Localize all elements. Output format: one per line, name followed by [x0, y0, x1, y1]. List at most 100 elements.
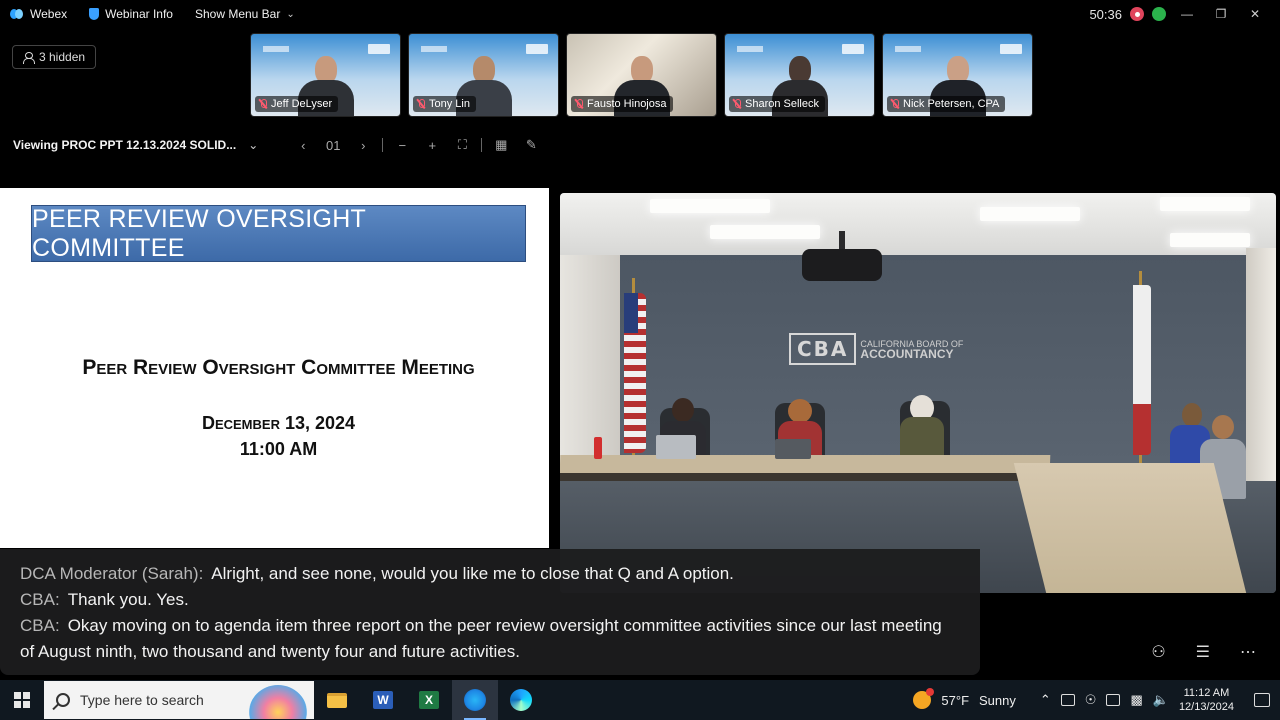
system-tray: 57°F Sunny ⌃ ☉ ▩ 🔈 11:12 AM 12/13/2024 — [913, 680, 1280, 720]
windows-logo-icon — [14, 692, 30, 708]
ceiling-light — [1160, 197, 1250, 211]
page-number: 01 — [326, 137, 341, 153]
webinar-info-label: Webinar Info — [105, 7, 173, 21]
background-banner — [737, 46, 763, 52]
recording-icon[interactable] — [1130, 7, 1144, 21]
cba-logo-line-2: ACCOUNTANCY — [860, 346, 954, 361]
taskbar-clock[interactable]: 11:12 AM 12/13/2024 — [1179, 686, 1234, 714]
weather-temperature[interactable]: 57°F — [941, 693, 969, 708]
close-window-icon[interactable]: ✕ — [1242, 7, 1268, 21]
grid-view-icon[interactable]: ▦ — [486, 137, 516, 153]
background-logo — [526, 44, 548, 54]
cba-logo-text: CALIFORNIA BOARD OF ACCOUNTANCY — [860, 339, 963, 360]
notification-icon[interactable] — [1254, 693, 1270, 707]
fit-to-window-icon[interactable]: ⛶ — [447, 137, 477, 153]
participant-video[interactable]: Sharon Selleck — [724, 33, 875, 117]
divider — [382, 138, 384, 152]
mic-muted-icon — [733, 99, 741, 109]
network-health-icon[interactable] — [1152, 7, 1166, 21]
person-head — [1212, 415, 1234, 439]
windows-taskbar: Type here to search W X 57°F Sunny ⌃ ☉ ▩… — [0, 680, 1280, 720]
annotate-icon[interactable]: ✎ — [516, 137, 546, 153]
webex-menu[interactable]: Webex — [10, 7, 67, 21]
search-icon — [56, 693, 70, 707]
slide-time: 11:00 AM — [239, 439, 318, 459]
display-icon[interactable]: ▩ — [1130, 692, 1142, 708]
more-options-icon[interactable]: ⋯ — [1240, 642, 1256, 662]
webinar-info-menu[interactable]: Webinar Info — [89, 7, 173, 21]
participant-video[interactable]: Fausto Hinojosa — [566, 33, 717, 117]
projector — [802, 231, 882, 281]
taskbar-search-box[interactable]: Type here to search — [44, 681, 314, 719]
mic-muted-icon — [259, 99, 267, 109]
active-speaker-video[interactable]: CBA CALIFORNIA BOARD OF ACCOUNTANCY — [560, 193, 1276, 593]
ceiling-light — [710, 225, 820, 239]
volume-icon[interactable]: 🔈 — [1153, 692, 1169, 708]
excel-icon: X — [419, 691, 439, 709]
conference-table-edge — [560, 473, 1060, 481]
restore-window-icon[interactable]: ❐ — [1208, 7, 1234, 21]
background-logo — [368, 44, 390, 54]
weather-description[interactable]: Sunny — [979, 693, 1016, 708]
word-icon: W — [373, 691, 393, 709]
edge-browser-icon — [510, 689, 532, 711]
participant-video[interactable]: Jeff DeLyser — [250, 33, 401, 117]
divider — [481, 138, 483, 152]
previous-page-icon[interactable]: ‹ — [288, 138, 318, 153]
water-bottle — [594, 437, 602, 459]
word-app[interactable]: W — [360, 680, 406, 720]
participant-nameplate: Sharon Selleck — [729, 96, 825, 112]
next-page-icon[interactable]: › — [348, 138, 378, 153]
caption-line: DCA Moderator (Sarah): Alright, and see n… — [20, 561, 960, 587]
webex-logo-icon — [10, 8, 24, 20]
participants-panel-icon[interactable]: ⚇ — [1151, 642, 1165, 662]
participant-name: Jeff DeLyser — [271, 98, 333, 110]
shared-content-toolbar: Viewing PROC PPT 12.13.2024 SOLID... ⌄ ‹… — [0, 133, 560, 157]
meeting-side-controls: ⚇ ☰ ⋯ — [1151, 642, 1256, 662]
participant-nameplate: Jeff DeLyser — [255, 96, 339, 112]
participant-name: Tony Lin — [429, 98, 470, 110]
closed-captions-panel: DCA Moderator (Sarah): Alright, and see n… — [0, 549, 980, 675]
person-head — [1182, 403, 1202, 427]
viewing-dropdown[interactable]: Viewing PROC PPT 12.13.2024 SOLID... — [13, 138, 236, 152]
mic-muted-icon — [417, 99, 425, 109]
minimize-window-icon[interactable]: — — [1174, 7, 1200, 21]
background-logo — [1000, 44, 1022, 54]
app-name: Webex — [30, 7, 68, 21]
microphone-icon[interactable]: ☉ — [1085, 692, 1097, 708]
zoom-out-icon[interactable]: − — [387, 138, 417, 153]
participant-name: Nick Petersen, CPA — [903, 98, 1000, 110]
zoom-in-icon[interactable]: + — [417, 138, 447, 153]
participant-video[interactable]: Nick Petersen, CPA — [882, 33, 1033, 117]
laptop — [656, 435, 696, 459]
california-flag — [1133, 285, 1151, 455]
captions-list-icon[interactable]: ☰ — [1196, 642, 1210, 662]
shared-slide: PEER REVIEW OVERSIGHT COMMITTEE Peer Rev… — [0, 188, 549, 548]
ceiling-light — [1170, 233, 1250, 247]
participant-video[interactable]: Tony Lin — [408, 33, 559, 117]
edge-app[interactable] — [498, 680, 544, 720]
slide-banner: PEER REVIEW OVERSIGHT COMMITTEE — [31, 205, 526, 262]
hidden-participants-button[interactable]: 3 hidden — [12, 45, 97, 69]
file-explorer-app[interactable] — [314, 680, 360, 720]
conference-table-side — [1013, 463, 1247, 593]
participant-strip: Jeff DeLyser Tony Lin Fausto Hinojosa Sh… — [250, 33, 1033, 117]
hidden-participants-label: 3 hidden — [39, 50, 86, 64]
start-button[interactable] — [0, 680, 44, 720]
webex-title-bar: Webex Webinar Info Show Menu Bar ⌄ — [0, 0, 1280, 28]
background-banner — [263, 46, 289, 52]
caption-speaker: DCA Moderator (Sarah): — [20, 564, 204, 583]
show-menu-bar-button[interactable]: Show Menu Bar ⌄ — [195, 7, 295, 21]
weather-sun-icon[interactable] — [913, 688, 935, 709]
participant-name: Fausto Hinojosa — [587, 98, 667, 110]
device-icon[interactable] — [1060, 694, 1075, 706]
chevron-down-icon[interactable]: ⌄ — [248, 138, 258, 152]
title-bar-right: 50:36 — ❐ ✕ — [1089, 0, 1280, 28]
chevron-up-icon[interactable]: ⌃ — [1040, 692, 1051, 708]
participant-nameplate: Tony Lin — [413, 96, 476, 112]
excel-app[interactable]: X — [406, 680, 452, 720]
clock-time: 11:12 AM — [1183, 687, 1230, 699]
chevron-down-icon: ⌄ — [286, 8, 295, 20]
network-icon[interactable] — [1106, 694, 1121, 706]
webex-app[interactable] — [452, 680, 498, 720]
